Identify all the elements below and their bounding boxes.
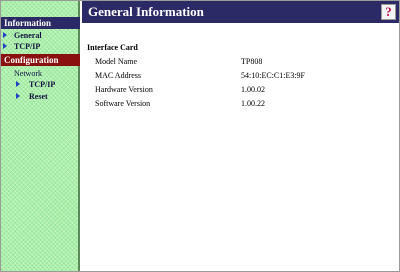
info-row-model-name: Model Name TP808 bbox=[82, 57, 399, 69]
sidebar-item-label: TCP/IP bbox=[29, 80, 56, 89]
info-value: TP808 bbox=[241, 57, 263, 66]
sidebar-item-label: General bbox=[14, 31, 42, 40]
info-row-software-version: Software Version 1.00.22 bbox=[82, 99, 399, 111]
title-bar: General Information ? bbox=[82, 1, 399, 23]
sidebar-group-network: Network bbox=[14, 69, 42, 78]
arrow-right-icon bbox=[3, 32, 7, 38]
info-row-hardware-version: Hardware Version 1.00.02 bbox=[82, 85, 399, 97]
arrow-right-icon bbox=[16, 81, 20, 87]
sidebar-section-configuration: Configuration bbox=[1, 54, 80, 66]
help-button[interactable]: ? bbox=[381, 4, 396, 20]
arrow-right-icon bbox=[3, 43, 7, 49]
info-key: Hardware Version bbox=[95, 85, 153, 94]
arrow-right-icon bbox=[16, 93, 20, 99]
sidebar-item-tcpip-config[interactable]: TCP/IP bbox=[1, 79, 80, 90]
main-content: General Information ? Interface Card Mod… bbox=[82, 1, 399, 271]
sidebar-item-label: TCP/IP bbox=[14, 42, 41, 51]
sidebar-item-label: Reset bbox=[29, 92, 48, 101]
info-row-mac-address: MAC Address 54:10:EC:C1:E3:9F bbox=[82, 71, 399, 83]
help-icon: ? bbox=[385, 4, 392, 19]
sidebar-item-general[interactable]: General bbox=[1, 30, 80, 41]
sidebar: Information General TCP/IP Configuration… bbox=[1, 1, 80, 271]
sidebar-section-information: Information bbox=[1, 17, 80, 29]
sidebar-item-tcpip-info[interactable]: TCP/IP bbox=[1, 41, 80, 52]
info-key: MAC Address bbox=[95, 71, 142, 80]
section-title-interface-card: Interface Card bbox=[87, 43, 138, 52]
sidebar-item-reset[interactable]: Reset bbox=[1, 91, 80, 102]
info-value: 1.00.02 bbox=[241, 85, 265, 94]
info-value: 1.00.22 bbox=[241, 99, 265, 108]
page-title: General Information bbox=[88, 4, 204, 19]
info-key: Model Name bbox=[95, 57, 137, 66]
info-key: Software Version bbox=[95, 99, 151, 108]
info-value: 54:10:EC:C1:E3:9F bbox=[241, 71, 306, 80]
